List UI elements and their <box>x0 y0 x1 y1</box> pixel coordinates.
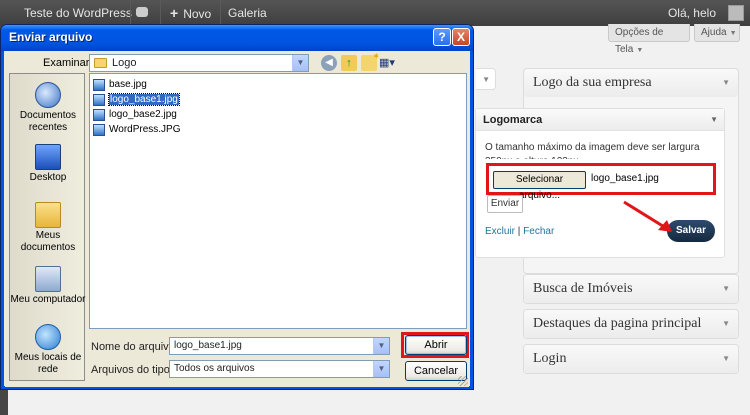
screen-options-button[interactable]: Opções de Tela ▼ <box>608 24 690 55</box>
avatar[interactable] <box>728 5 744 21</box>
file-name-input[interactable]: logo_base1.jpg ▼ <box>169 337 390 355</box>
admin-bar-gallery[interactable]: Galeria <box>228 0 267 26</box>
place-recent[interactable]: Documentos recentes <box>10 82 86 134</box>
close-link[interactable]: Fechar <box>523 226 554 237</box>
image-file-icon <box>93 109 105 121</box>
look-in-combo[interactable]: Logo ▼ <box>89 54 309 72</box>
link-separator: | <box>515 226 524 237</box>
place-my-computer[interactable]: Meu computador <box>10 266 86 306</box>
upload-dialog: Enviar arquivo ? X Examinar: Logo ▼ ◀ ↑ … <box>0 24 474 390</box>
network-places-icon <box>35 324 61 350</box>
chevron-down-icon[interactable]: ▼ <box>373 361 389 377</box>
look-in-label: Examinar: <box>43 57 93 69</box>
file-input-highlight: Selecionar arquivo... logo_base1.jpg <box>486 163 716 201</box>
views-menu-icon[interactable]: ▦▾ <box>379 55 401 71</box>
places-bar: Documentos recentes Desktop Meus documen… <box>9 73 86 381</box>
place-label: Meus locais de rede <box>14 352 82 375</box>
image-file-icon <box>93 124 105 136</box>
comments-icon[interactable] <box>136 0 152 26</box>
admin-bar: Teste do WordPress + Novo Galeria Olá, he… <box>0 0 750 26</box>
sidebar-busca-title: Busca de Imóveis <box>533 281 633 296</box>
dialog-title: Enviar arquivo <box>9 30 93 44</box>
chevron-down-icon: ▼ <box>710 115 718 124</box>
my-documents-icon <box>35 202 61 228</box>
place-label: Meu computador <box>10 294 86 305</box>
my-computer-icon <box>35 266 61 292</box>
file-type-label: Arquivos do tipo: <box>91 364 173 376</box>
sidebar-login[interactable]: Login ▼ <box>523 344 739 374</box>
logomarca-widget: Logomarca ▼ O tamanho máximo da imagem de… <box>475 108 725 258</box>
dialog-body: Examinar: Logo ▼ ◀ ↑ ▦▾ Documentos recen… <box>5 51 469 387</box>
open-button[interactable]: Abrir <box>405 335 467 355</box>
sidebar-destaques[interactable]: Destaques da pagina principal ▼ <box>523 309 739 339</box>
red-arrow-annotation <box>623 200 672 232</box>
file-list[interactable]: base.jpg logo_base1.jpg logo_base2.jpg W… <box>89 73 467 329</box>
list-item[interactable]: WordPress.JPG <box>93 123 181 137</box>
selected-file-name: logo_base1.jpg <box>591 173 659 184</box>
list-item[interactable]: logo_base2.jpg <box>93 108 177 122</box>
help-button[interactable]: Ajuda ▼ <box>694 24 740 42</box>
list-item-selected[interactable]: logo_base1.jpg <box>93 93 180 107</box>
close-icon[interactable]: X <box>452 28 470 46</box>
widget-title: Logomarca <box>483 114 543 126</box>
help-icon[interactable]: ? <box>433 28 451 46</box>
widget-header[interactable]: Logomarca ▼ <box>476 109 724 131</box>
place-network[interactable]: Meus locais de rede <box>10 324 86 376</box>
back-icon[interactable]: ◀ <box>321 55 337 71</box>
chevron-down-icon: ▼ <box>722 284 730 293</box>
chevron-down-icon: ▼ <box>722 354 730 363</box>
admin-bar-greeting[interactable]: Olá, helo <box>668 0 716 26</box>
chevron-down-icon: ▼ <box>482 75 490 84</box>
widget-links: Excluir | Fechar <box>485 226 554 237</box>
sidebar-logo-header[interactable]: Logo da sua empresa ▼ <box>524 69 738 97</box>
up-folder-icon[interactable]: ↑ <box>341 55 357 71</box>
sidebar-busca[interactable]: Busca de Imóveis ▼ <box>523 274 739 304</box>
file-type-select[interactable]: Todos os arquivos ▼ <box>169 360 390 378</box>
chevron-down-icon[interactable]: ▼ <box>292 55 308 71</box>
place-my-documents[interactable]: Meus documentos <box>10 202 86 254</box>
admin-bar-site-name[interactable]: Teste do WordPress <box>8 0 142 26</box>
admin-bar-separator <box>160 0 161 26</box>
help-label: Ajuda <box>701 27 727 38</box>
widget-description: O tamanho máximo da imagem deve ser larg… <box>485 142 700 159</box>
list-item[interactable]: base.jpg <box>93 78 147 92</box>
sidebar-destaques-title: Destaques da pagina principal <box>533 316 702 331</box>
admin-bar-new[interactable]: + Novo <box>170 0 211 26</box>
file-name-label: Nome do arquivo: <box>91 341 178 353</box>
send-button[interactable]: Enviar <box>487 195 523 213</box>
image-file-icon <box>93 79 105 91</box>
admin-bar-separator <box>220 0 221 26</box>
desktop-icon <box>35 144 61 170</box>
admin-bar-new-label: Novo <box>183 7 212 21</box>
file-type-value: Todos os arquivos <box>174 363 255 374</box>
folder-icon <box>94 58 107 68</box>
new-folder-icon[interactable] <box>361 51 380 71</box>
look-in-value: Logo <box>112 57 137 69</box>
chevron-down-icon: ▼ <box>636 47 644 54</box>
image-file-icon <box>93 94 105 106</box>
file-name-value: logo_base1.jpg <box>174 340 242 351</box>
sidebar-logo-title: Logo da sua empresa <box>533 75 652 90</box>
chevron-down-icon: ▼ <box>722 78 730 87</box>
sidebar-login-title: Login <box>533 351 567 366</box>
place-desktop[interactable]: Desktop <box>10 144 86 184</box>
chevron-down-icon: ▼ <box>722 319 730 328</box>
recent-documents-icon <box>35 82 61 108</box>
admin-bar-separator <box>130 0 131 26</box>
delete-link[interactable]: Excluir <box>485 226 515 237</box>
place-label: Documentos recentes <box>19 110 77 133</box>
plus-icon: + <box>170 5 179 21</box>
place-label: Meus documentos <box>20 230 76 253</box>
dialog-titlebar[interactable]: Enviar arquivo ? X <box>1 25 473 51</box>
chevron-down-icon[interactable]: ▼ <box>373 338 389 354</box>
resize-grip[interactable] <box>458 376 468 386</box>
widget-column-toggle[interactable]: ▼ <box>476 68 496 90</box>
place-label: Desktop <box>29 172 67 183</box>
chevron-down-icon: ▼ <box>729 30 737 37</box>
select-file-button[interactable]: Selecionar arquivo... <box>493 171 586 201</box>
